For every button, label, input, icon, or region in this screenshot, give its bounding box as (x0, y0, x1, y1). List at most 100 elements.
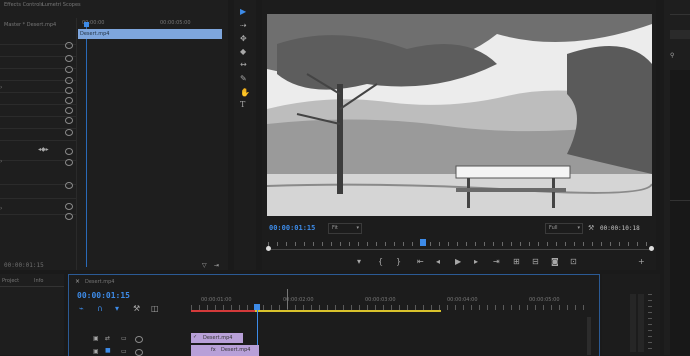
reset-icon[interactable] (65, 97, 73, 104)
captions-icon[interactable]: ◫ (151, 305, 159, 313)
clip-bar-label: Desert.mp4 (80, 31, 110, 37)
panel-tab-bar: Effects Controls Lumetri Scopes (0, 0, 228, 10)
reset-icon[interactable] (65, 55, 73, 62)
ruler-time: 00:00:03:00 (365, 297, 396, 303)
search-field[interactable] (670, 30, 690, 39)
ec-chevron-icon: › (0, 84, 3, 91)
work-area-marker (287, 289, 288, 309)
reset-icon[interactable] (65, 117, 73, 124)
selection-tool-icon[interactable]: ▶ (240, 8, 246, 16)
project-panel: Project Info (0, 274, 64, 355)
reset-icon[interactable] (65, 87, 73, 94)
export-icon[interactable]: ⇥ (214, 262, 219, 270)
keyframe-nav-icon[interactable]: ◂◆▸ (38, 146, 49, 154)
step-forward-icon[interactable]: ▸ (474, 258, 478, 266)
right-side-panel: ⚲ (664, 0, 690, 355)
timeline-timecode[interactable]: 00:00:01:15 (77, 291, 130, 300)
search-icon[interactable]: ⚲ (670, 52, 674, 60)
razor-icon[interactable]: ◆ (240, 48, 246, 56)
reset-icon[interactable] (65, 66, 73, 73)
timeline-panel: × Desert.mp4 00:00:01:15 ⌁ ∩ ▾ ⚒ ◫ 00:00… (68, 274, 600, 356)
button-editor-icon[interactable]: ⊡ (570, 258, 577, 266)
play-icon[interactable]: ▶ (455, 258, 461, 266)
ruler-end-time: 00:00:05:00 (160, 20, 191, 26)
reset-icon[interactable] (65, 203, 73, 210)
program-playhead[interactable] (420, 239, 426, 246)
linked-selection-icon[interactable]: ∩ (97, 305, 103, 313)
program-monitor: 00:00:01:15 Fit ▾ Full ▾ ⚒ 00:00:10:18 ▾… (262, 0, 656, 270)
reset-icon[interactable] (65, 148, 73, 155)
quality-value: Full (549, 225, 558, 231)
clip-fx-icon: ✓ (193, 334, 198, 340)
slip-icon[interactable]: ↔ (240, 61, 247, 69)
pen-icon[interactable]: ✎ (240, 75, 247, 83)
program-timecode[interactable]: 00:00:01:15 (269, 224, 315, 232)
quality-dropdown[interactable]: Full ▾ (545, 223, 583, 234)
program-scrub-ruler[interactable] (266, 238, 654, 252)
track-select-icon[interactable]: ⇢ (240, 22, 247, 30)
hand-icon[interactable]: ✋ (240, 89, 250, 97)
add-button-icon[interactable]: + (638, 258, 645, 266)
reset-icon[interactable] (65, 129, 73, 136)
range-handle-right[interactable] (649, 246, 654, 251)
export-frame-icon[interactable]: ◙ (551, 258, 559, 266)
add-marker-icon[interactable]: ▾ (357, 258, 361, 266)
render-bar-red (191, 310, 255, 312)
track-output-icon[interactable]: ▭ (121, 335, 127, 343)
reset-icon[interactable] (65, 213, 73, 220)
meter-channel-right (638, 294, 644, 352)
step-back-icon[interactable]: ◂ (436, 258, 440, 266)
overwrite-icon[interactable]: ⊟ (532, 258, 539, 266)
tab-info[interactable]: Info (34, 278, 43, 284)
reset-icon[interactable] (65, 159, 73, 166)
filter-icon[interactable]: ▽ (202, 262, 207, 270)
eye-icon[interactable] (135, 336, 143, 343)
wrench-icon[interactable]: ⚒ (588, 224, 594, 232)
snap-icon[interactable]: ⌁ (79, 305, 84, 313)
source-label: Master * Desert.mp4 (4, 22, 57, 28)
close-icon[interactable]: × (75, 278, 80, 286)
ec-chevron-icon: › (0, 205, 3, 212)
mark-out-icon[interactable]: } (396, 258, 401, 266)
zoom-value: Fit (332, 225, 338, 231)
source-patch-icon[interactable]: ■ (105, 347, 111, 355)
mark-in-icon[interactable]: { (378, 258, 383, 266)
render-bar-yellow (255, 310, 441, 312)
reset-icon[interactable] (65, 107, 73, 114)
ec-split (76, 18, 77, 270)
timeline-scrollbar[interactable] (587, 317, 591, 355)
ec-timecode[interactable]: 00:00:01:15 (4, 262, 44, 269)
zoom-dropdown[interactable]: Fit ▾ (328, 223, 362, 234)
lock-icon[interactable]: ▣ (93, 335, 99, 343)
timeline-clip-label: Desert.mp4 (203, 335, 233, 341)
reset-icon[interactable] (65, 42, 73, 49)
chevron-down-icon: ▾ (577, 225, 580, 231)
meter-channel-left (630, 294, 636, 352)
timeline-clip[interactable]: ✓ Desert.mp4 (191, 333, 243, 343)
type-icon[interactable]: T (240, 101, 245, 109)
go-to-out-icon[interactable]: ⇥ (493, 258, 500, 266)
insert-icon[interactable]: ⊞ (513, 258, 520, 266)
clip-bar[interactable]: Desert.mp4 (78, 29, 222, 39)
reset-icon[interactable] (65, 182, 73, 189)
tools-panel: ▶ ⇢ ✥ ◆ ↔ ✎ ✋ T (234, 0, 256, 270)
reset-icon[interactable] (65, 77, 73, 84)
ruler-time: 00:00:05:00 (529, 297, 560, 303)
add-marker-icon[interactable]: ▾ (115, 305, 119, 313)
tab-project[interactable]: Project (2, 278, 19, 284)
range-handle-left[interactable] (266, 246, 271, 251)
tab-lumetri-scopes[interactable]: Lumetri Scopes (42, 2, 81, 8)
go-to-in-icon[interactable]: ⇤ (417, 258, 424, 266)
timeline-clip[interactable]: fx Desert.mp4 (191, 345, 259, 356)
sync-lock-icon[interactable]: ⇄ (105, 335, 110, 343)
meter-scale (648, 294, 652, 352)
sequence-tab[interactable]: Desert.mp4 (85, 279, 114, 285)
tab-effect-controls[interactable]: Effects Controls (4, 2, 43, 8)
chevron-down-icon: ▾ (356, 225, 359, 231)
ripple-edit-icon[interactable]: ✥ (240, 35, 247, 43)
right-panel-strip (670, 70, 690, 355)
ruler-time: 00:00:01:00 (201, 297, 232, 303)
clip-fx-icon: fx (211, 347, 216, 353)
wrench-icon[interactable]: ⚒ (133, 305, 140, 313)
audio-meters (602, 274, 660, 355)
